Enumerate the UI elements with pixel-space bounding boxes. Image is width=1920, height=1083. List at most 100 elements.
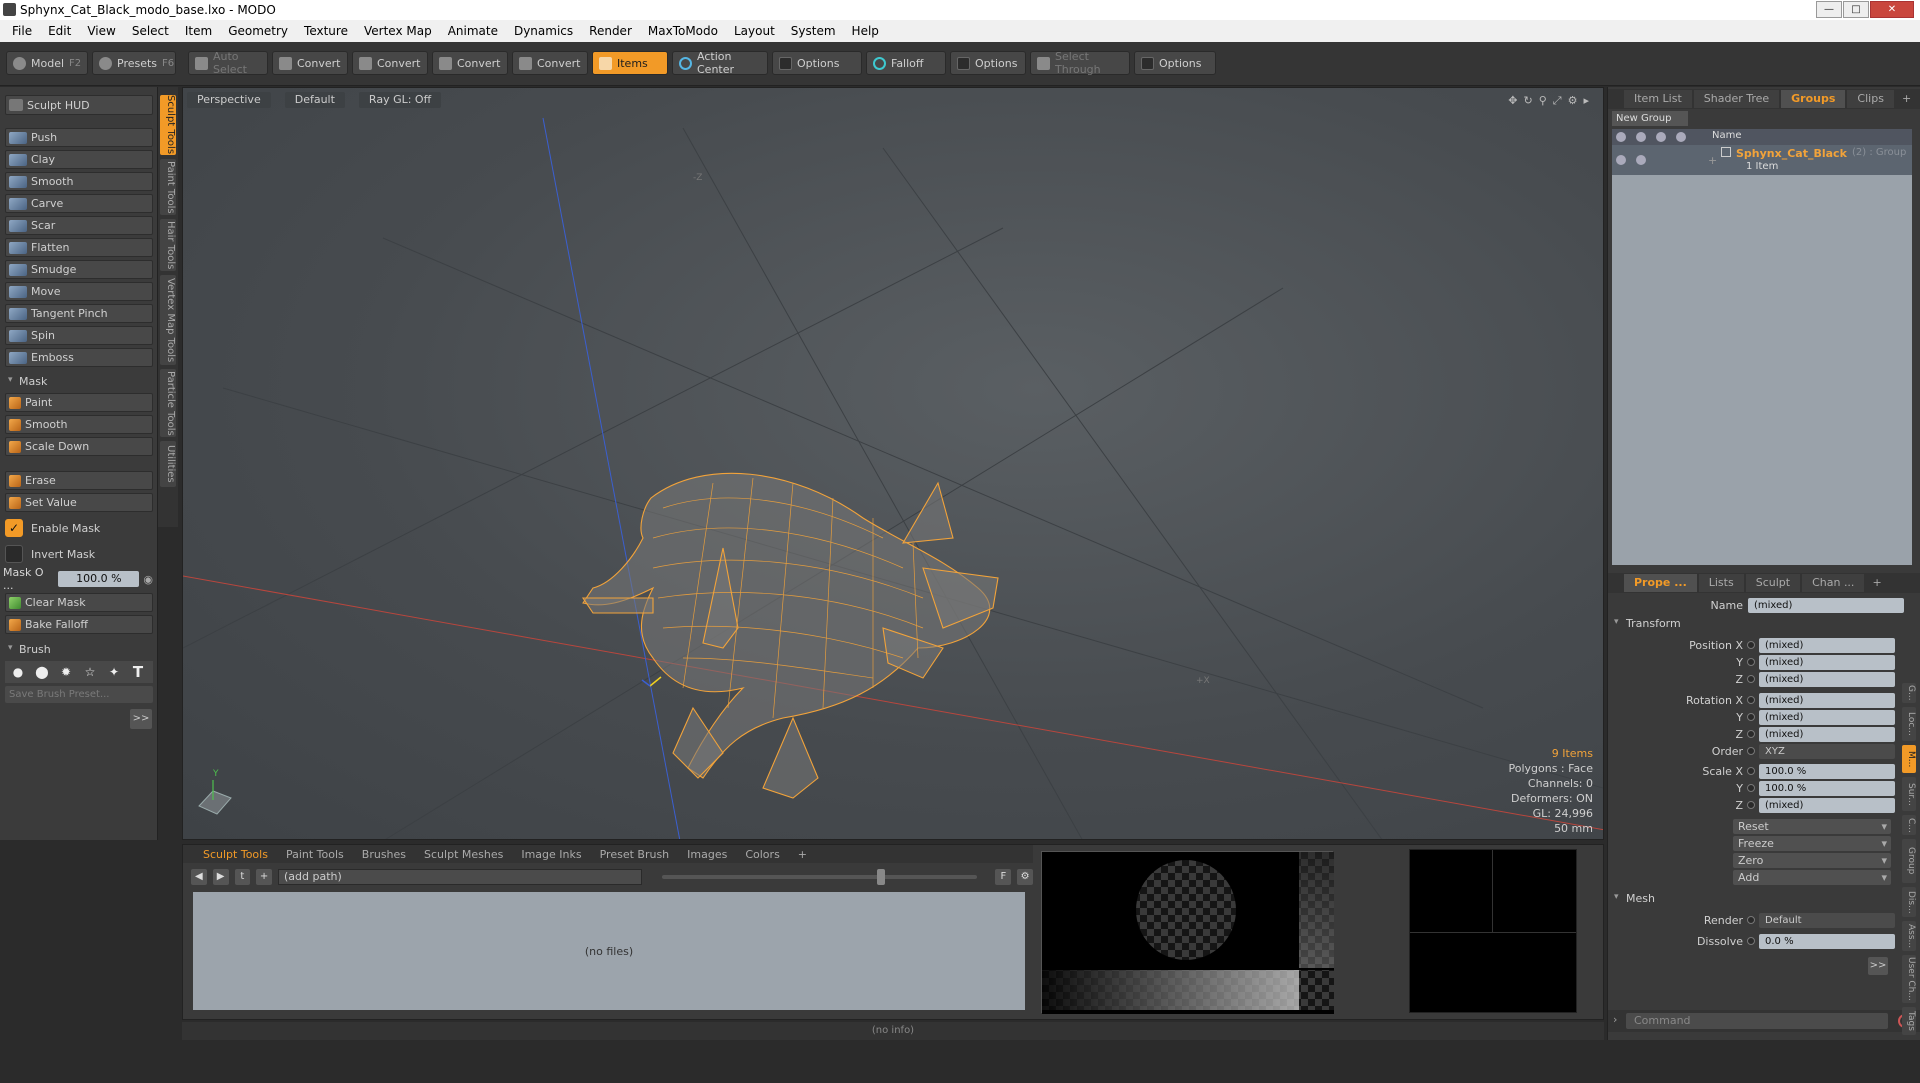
close-button[interactable]: ✕ [1870, 1, 1914, 18]
rotation-y-animate-icon[interactable] [1747, 713, 1755, 721]
lock-icon[interactable] [1656, 132, 1666, 142]
tab-brushes[interactable]: Brushes [362, 848, 406, 861]
menu-dynamics[interactable]: Dynamics [506, 24, 581, 38]
rotation-z-field[interactable]: (mixed) [1759, 726, 1895, 742]
order-dropdown[interactable]: XYZ [1759, 743, 1895, 759]
tab-shader-tree[interactable]: Shader Tree [1693, 90, 1780, 108]
menu-layout[interactable]: Layout [726, 24, 783, 38]
tool-carve[interactable]: Carve [5, 194, 153, 213]
mask-scale-down-button[interactable]: Scale Down [5, 437, 153, 456]
procedural-brush-icon[interactable]: ✦ [105, 663, 123, 681]
scale-y-field[interactable]: 100.0 % [1759, 780, 1895, 796]
vtab-hair-tools[interactable]: Hair Tools [160, 219, 176, 271]
position-x-animate-icon[interactable] [1747, 641, 1755, 649]
menu-file[interactable]: File [4, 24, 40, 38]
zoom-icon[interactable]: ⚲ [1539, 94, 1547, 108]
menu-render[interactable]: Render [581, 24, 640, 38]
mask-section-header[interactable]: Mask [5, 375, 153, 391]
action-center-button[interactable]: Action Center [672, 50, 768, 76]
falloff-button[interactable]: Falloff [866, 51, 946, 75]
position-y-field[interactable]: (mixed) [1759, 654, 1895, 670]
name-column-header[interactable]: Name [1712, 130, 1742, 141]
freeze-dropdown[interactable]: Freeze [1733, 836, 1891, 851]
save-brush-preset-button[interactable]: Save Brush Preset... [5, 686, 153, 703]
tool-emboss[interactable]: Emboss [5, 348, 153, 367]
sculpt-hud-button[interactable]: Sculpt HUD [5, 95, 153, 115]
menu-help[interactable]: Help [844, 24, 887, 38]
side-tab-m[interactable]: M... [1902, 745, 1916, 773]
slider-knob[interactable] [877, 869, 886, 885]
vtab-vertex-map-tools[interactable]: Vertex Map Tools [160, 275, 176, 365]
brush-section-header[interactable]: Brush [5, 643, 153, 659]
enable-mask-toggle[interactable]: ✓ Enable Mask [5, 517, 153, 539]
tab-sculpt[interactable]: Sculpt [1745, 574, 1801, 592]
vtab-paint-tools[interactable]: Paint Tools [160, 159, 176, 215]
side-tab-c[interactable]: C... [1902, 815, 1916, 835]
expand-panel-button[interactable]: >> [130, 709, 152, 729]
convert-vertices-button[interactable]: Convert [272, 51, 348, 75]
rotate-icon[interactable]: ↻ [1524, 94, 1533, 108]
tool-move[interactable]: Move [5, 282, 153, 301]
tab-groups[interactable]: Groups [1781, 90, 1846, 108]
rotation-x-field[interactable]: (mixed) [1759, 692, 1895, 708]
side-tab-ass[interactable]: Ass... [1902, 921, 1916, 951]
falloff-options-button[interactable]: Options [950, 51, 1026, 75]
tab-sculpt-meshes[interactable]: Sculpt Meshes [424, 848, 503, 861]
order-animate-icon[interactable] [1747, 747, 1755, 755]
dissolve-animate-icon[interactable] [1747, 937, 1755, 945]
tab-paint-tools[interactable]: Paint Tools [286, 848, 344, 861]
select-through-button[interactable]: Select Through [1030, 50, 1130, 76]
convert-polygons-button[interactable]: Convert [432, 51, 508, 75]
tool-push[interactable]: Push [5, 128, 153, 147]
tab-image-inks[interactable]: Image Inks [521, 848, 581, 861]
scale-z-field[interactable]: (mixed) [1759, 797, 1895, 813]
scale-x-field[interactable]: 100.0 % [1759, 763, 1895, 779]
vtab-particle-tools[interactable]: Particle Tools [160, 369, 176, 437]
tab-item-list[interactable]: Item List [1624, 90, 1692, 108]
browser-settings-icon[interactable]: ⚙ [1017, 869, 1033, 885]
select-icon[interactable] [1676, 132, 1686, 142]
position-z-field[interactable]: (mixed) [1759, 671, 1895, 687]
menu-system[interactable]: System [783, 24, 844, 38]
presets-button[interactable]: Presets F6 [92, 51, 176, 75]
sphynx-cat-wireframe[interactable] [581, 472, 999, 799]
vtab-sculpt-tools[interactable]: Sculpt Tools [160, 95, 176, 155]
tool-smudge[interactable]: Smudge [5, 260, 153, 279]
tool-tangent-pinch[interactable]: Tangent Pinch [5, 304, 153, 323]
command-input[interactable]: Command [1626, 1013, 1888, 1029]
menu-item[interactable]: Item [177, 24, 220, 38]
add-tab-icon[interactable]: + [1866, 574, 1887, 592]
menu-texture[interactable]: Texture [296, 24, 356, 38]
forward-arrow-icon[interactable]: ▶ [212, 869, 229, 885]
mask-opacity-reset-icon[interactable]: ◉ [143, 573, 153, 586]
name-field[interactable]: (mixed) [1748, 597, 1904, 613]
tab-lists[interactable]: Lists [1698, 574, 1744, 592]
scale-y-animate-icon[interactable] [1747, 784, 1755, 792]
hard-brush-icon[interactable]: ⬤ [33, 663, 51, 681]
3d-viewport[interactable]: Perspective Default Ray GL: Off ✥ ↻ ⚲ ⤢ … [182, 87, 1604, 840]
menu-geometry[interactable]: Geometry [220, 24, 296, 38]
parent-folder-icon[interactable]: t [234, 869, 251, 885]
side-tab-dis[interactable]: Dis... [1902, 887, 1916, 917]
side-tab-loc[interactable]: Loc... [1902, 707, 1916, 741]
pan-icon[interactable]: ✥ [1508, 94, 1517, 108]
zero-dropdown[interactable]: Zero [1733, 853, 1891, 868]
tab-clips[interactable]: Clips [1847, 90, 1894, 108]
maximize-button[interactable]: □ [1843, 1, 1869, 18]
expand-icon[interactable]: + [1708, 154, 1717, 167]
viewport-menu-icon[interactable]: ▸ [1583, 94, 1589, 108]
add-tab-icon[interactable]: + [798, 848, 807, 861]
convert-materials-button[interactable]: Convert [512, 51, 588, 75]
tab-sculpt-tools[interactable]: Sculpt Tools [203, 848, 268, 861]
mask-smooth-button[interactable]: Smooth [5, 415, 153, 434]
tool-smooth[interactable]: Smooth [5, 172, 153, 191]
menu-maxtomodo[interactable]: MaxToModo [640, 24, 726, 38]
mask-opacity-field[interactable]: 100.0 % [58, 571, 140, 587]
transform-section-header[interactable]: Transform [1614, 617, 1681, 630]
menu-view[interactable]: View [79, 24, 123, 38]
render-animate-icon[interactable] [1747, 916, 1755, 924]
view-type-dropdown[interactable]: Perspective [187, 92, 271, 108]
auto-select-button[interactable]: Auto Select [188, 50, 268, 76]
select-options-button[interactable]: Options [1134, 51, 1216, 75]
model-mode-button[interactable]: Model F2 [6, 51, 88, 75]
